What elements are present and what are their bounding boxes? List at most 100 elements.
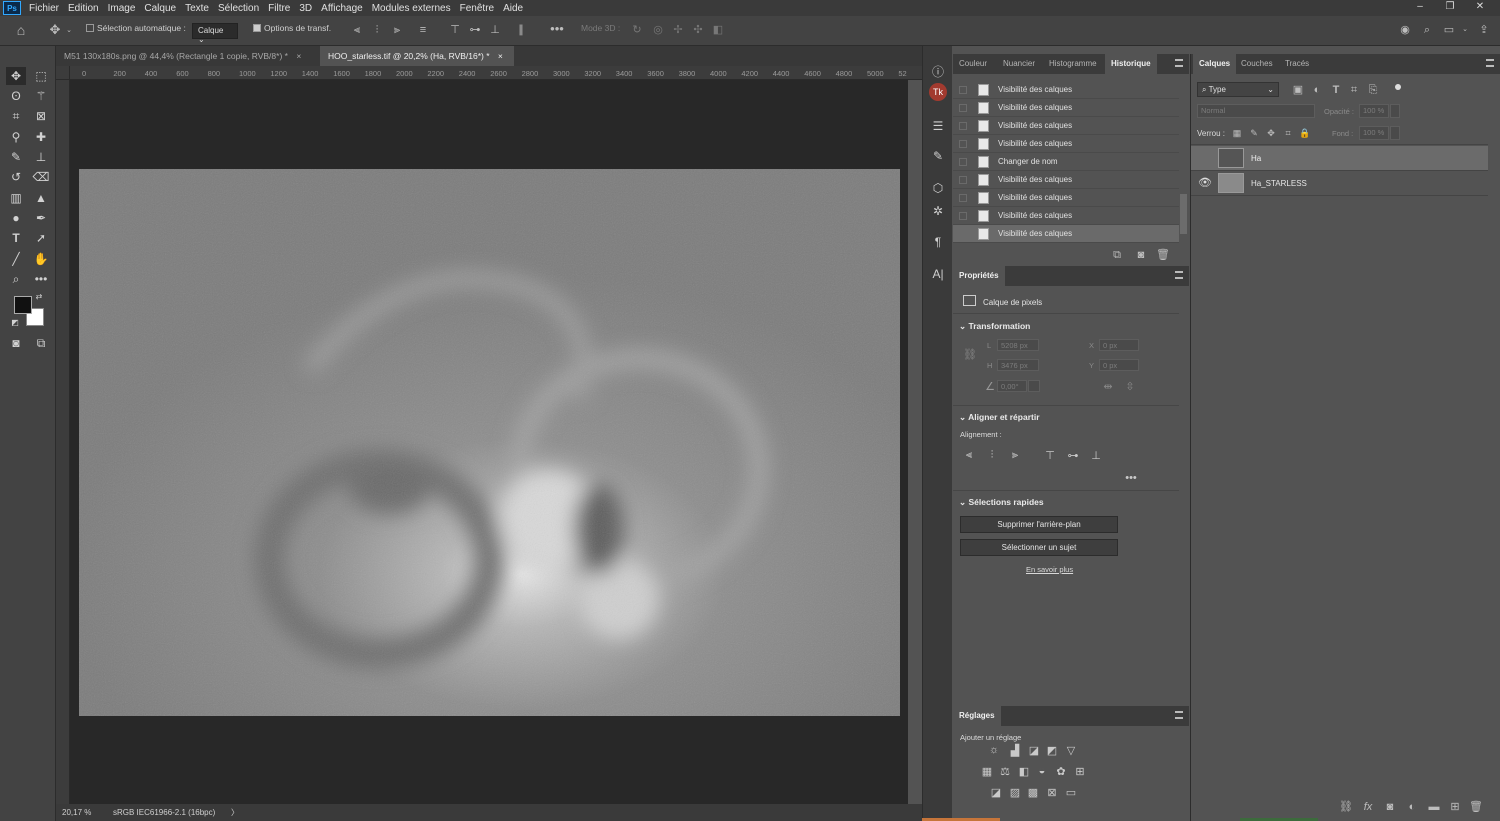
filter-adjustment-icon[interactable]: ◐ [1310,83,1324,97]
lock-position-icon[interactable]: ✥ [1265,126,1277,140]
posterize-icon[interactable]: ▨ [1007,786,1023,799]
delete-layer-icon[interactable]: 🗑 [1469,800,1483,814]
transformation-header[interactable]: ⌄ Transformation [959,321,1030,332]
home-icon[interactable]: ⌂ [12,23,30,37]
learn-more-link[interactable]: En savoir plus [1026,565,1073,574]
align-left-icon[interactable]: ⫷ [350,23,364,37]
clone-stamp-tool-icon[interactable]: ⊥ [31,148,51,166]
trash-icon[interactable]: 🗑 [1156,248,1170,262]
align-center-h-icon[interactable]: ⫶ [370,23,384,37]
new-adjustment-layer-icon[interactable]: ◐ [1405,800,1419,814]
selective-color-icon[interactable]: ⊠ [1044,786,1060,799]
layer-filter-dropdown[interactable]: ⌕ Type ⌄ [1197,82,1279,97]
menu-fichier[interactable]: Fichier [25,3,64,14]
history-item[interactable]: Visibilité des calques [953,117,1179,135]
layer-row-ha[interactable]: Ha [1191,146,1488,171]
curves-icon[interactable]: ◪ [1026,744,1042,757]
tab-historique[interactable]: Historique [1105,54,1157,74]
line-tool-icon[interactable]: ╱ [6,250,26,268]
layer-style-fx-icon[interactable]: fx [1361,800,1375,814]
lasso-tool-icon[interactable]: ʘ [6,87,26,105]
gradient-map-icon[interactable]: ▭ [1063,786,1079,799]
snapshot-camera-icon[interactable]: ◙ [1134,248,1148,262]
menu-image[interactable]: Image [104,3,141,14]
history-item[interactable]: Visibilité des calques [953,99,1179,117]
gradient-tool-icon[interactable]: ▥ [6,189,26,207]
lock-transparency-icon[interactable]: ▦ [1231,126,1243,140]
close-tab-icon[interactable]: × [498,51,503,61]
history-item[interactable]: Visibilité des calques [953,171,1179,189]
healing-brush-tool-icon[interactable]: ✚ [31,128,51,146]
history-item-current[interactable]: Visibilité des calques [953,225,1179,243]
default-colors-icon[interactable]: ◩ [10,318,20,328]
magic-wand-tool-icon[interactable]: ⚚ [31,87,51,105]
remove-background-button[interactable]: Supprimer l'arrière-plan [960,516,1118,533]
restore-icon[interactable]: ❐ [1440,0,1460,14]
crop-tool-icon[interactable]: ⌗ [6,107,26,125]
tab-couleur[interactable]: Couleur [953,54,993,74]
frame-tool-icon[interactable]: ⊠ [31,107,51,125]
type-tool-icon[interactable]: T [6,229,26,247]
menu-texte[interactable]: Texte [181,3,214,14]
tab-proprietes[interactable]: Propriétés [953,266,1005,286]
share-doc-icon[interactable]: ⇪ [1477,23,1491,37]
blur-tool-icon[interactable]: ▲ [31,189,51,207]
brightness-contrast-icon[interactable]: ☼ [986,744,1002,756]
align-right-icon[interactable]: ⫸ [390,23,404,37]
align-bottom-edges-icon[interactable]: ⊥ [1088,449,1104,462]
history-scrollbar[interactable] [1180,194,1187,234]
filter-toggle[interactable] [1395,84,1401,90]
pen-tool-icon[interactable]: ✒ [31,209,51,227]
eye-icon[interactable]: 👁 [1198,177,1212,189]
vibrance-icon[interactable]: ▦ [979,765,995,778]
panel-menu-icon[interactable] [1486,59,1494,67]
close-tab-icon[interactable]: × [296,51,301,61]
menu-selection[interactable]: Sélection [214,3,264,14]
menu-modules-externes[interactable]: Modules externes [368,3,456,14]
tab-couches[interactable]: Couches [1235,54,1279,74]
panel-menu-icon[interactable] [1175,59,1183,67]
align-horizontal-centers-icon[interactable]: ⫶ [984,449,1000,462]
eyedropper-tool-icon[interactable]: ⚲ [6,128,26,146]
more-tools-icon[interactable]: ••• [31,270,51,288]
more-align-options-icon[interactable]: ••• [1123,472,1139,484]
layer-name[interactable]: Ha_STARLESS [1251,179,1307,188]
filter-pixel-icon[interactable]: ▣ [1291,83,1305,97]
align-header[interactable]: ⌄ Aligner et répartir [959,412,1040,423]
new-group-folder-icon[interactable]: ▬ [1427,800,1441,814]
black-white-icon[interactable]: ◒ [1034,765,1050,777]
menu-affichage[interactable]: Affichage [317,3,368,14]
close-icon[interactable]: ✕ [1470,0,1490,14]
exposure-icon[interactable]: ◩ [1044,744,1060,757]
menu-calque[interactable]: Calque [140,3,181,14]
transform-options-checkbox[interactable]: Options de transf. [253,23,331,33]
channel-mixer-icon[interactable]: ✿ [1053,765,1069,778]
levels-icon[interactable]: ▟ [1007,744,1023,757]
tab-m51[interactable]: M51 130x180s.png @ 44,4% (Rectangle 1 co… [56,46,320,66]
menu-aide[interactable]: Aide [499,3,528,14]
visibility-toggle-off[interactable] [1197,153,1207,163]
lock-all-icon[interactable]: 🔒 [1299,126,1311,140]
align-top-edges-icon[interactable]: ⊤ [1042,449,1058,462]
filter-smart-object-icon[interactable]: ⎘ [1366,83,1380,97]
character-icon[interactable]: A| [928,264,948,284]
tab-hoo-starless[interactable]: HOO_starless.tif @ 20,2% (Ha, RVB/16*) *… [320,46,514,66]
workspace-icon[interactable]: ▭ [1442,23,1456,37]
nebula-image[interactable] [79,169,900,716]
move-tool-icon[interactable]: ✥ [6,67,26,85]
move-tool-icon[interactable]: ✥ [46,23,64,37]
swap-colors-icon[interactable]: ⇄ [33,292,45,302]
history-item[interactable]: Changer de nom [953,153,1179,171]
history-item[interactable]: Visibilité des calques [953,189,1179,207]
tab-reglages[interactable]: Réglages [953,706,1001,726]
status-chevron-icon[interactable]: 〉 [231,807,239,818]
layer-mask-icon[interactable]: ◙ [1383,800,1397,814]
lock-pixels-icon[interactable]: ✎ [1248,126,1260,140]
tools-presets-icon[interactable]: ✲ [928,201,948,221]
hand-tool-icon[interactable]: ✋ [31,250,51,268]
align-bottom-icon[interactable]: ⊥ [488,23,502,37]
chevron-down-icon[interactable]: ⌄ [64,24,74,38]
history-item[interactable]: Visibilité des calques [953,135,1179,153]
info-icon[interactable]: ⓘ [928,62,948,82]
distribute-icon[interactable]: ≡ [416,23,430,37]
